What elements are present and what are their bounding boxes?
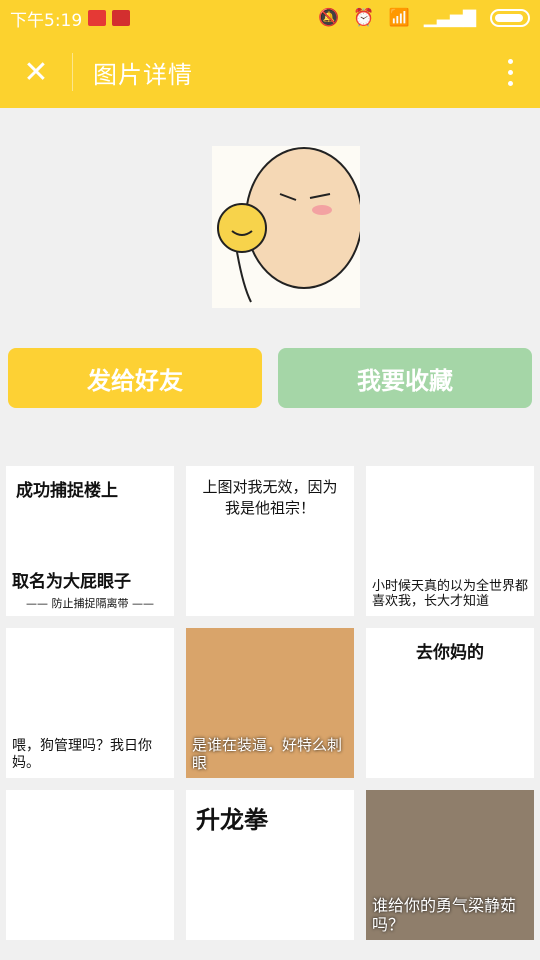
sticker-caption: 取名为大屁眼子 xyxy=(12,571,131,592)
sticker-tile[interactable] xyxy=(6,790,174,940)
sticker-caption: 喂，狗管理吗？我日你妈。 xyxy=(12,738,152,772)
mute-icon: 🔕 xyxy=(318,8,340,28)
more-dot-icon xyxy=(507,69,513,75)
more-dot-icon xyxy=(507,58,513,64)
sticker-tile[interactable]: 是谁在装逼，好特么刺眼 xyxy=(186,628,354,778)
sticker-top-text: 上图对我无效，因为我是他祖宗！ xyxy=(202,478,338,517)
sticker-tile[interactable]: 谁给你的勇气梁静茹吗？ xyxy=(366,790,534,940)
app-header: 下午5:19 🔕 ⏰ 📶 ▁▃▅▇ ✕ 图片详情 xyxy=(0,0,540,108)
main-sticker-image xyxy=(212,146,360,308)
alarm-icon: ⏰ xyxy=(353,8,375,28)
wifi-icon: 📶 xyxy=(388,8,410,28)
close-button[interactable]: ✕ xyxy=(0,36,72,108)
status-bar: 下午5:19 🔕 ⏰ 📶 ▁▃▅▇ xyxy=(0,0,540,36)
sticker-illustration xyxy=(217,147,360,303)
status-time: 下午5:19 xyxy=(10,10,83,31)
sticker-tile[interactable]: 上图对我无效，因为我是他祖宗！ xyxy=(186,466,354,616)
sticker-top-text: 升龙拳 xyxy=(196,806,268,834)
sticker-tile[interactable]: 去你妈的 xyxy=(366,628,534,778)
toolbar: ✕ 图片详情 xyxy=(0,36,540,108)
sticker-caption: 是谁在装逼，好特么刺眼 xyxy=(192,736,343,772)
page-title: 图片详情 xyxy=(93,60,193,89)
sticker-grid: 成功捕捉楼上 取名为大屁眼子 —— 防止捕捉隔离带 —— 上图对我无效，因为我是… xyxy=(6,466,534,940)
more-options-button[interactable] xyxy=(480,36,540,108)
more-dot-icon xyxy=(507,80,513,86)
sticker-top-text: 成功捕捉楼上 xyxy=(16,481,118,501)
sticker-caption: 谁给你的勇气梁静茹吗？ xyxy=(372,895,517,934)
sticker-tile[interactable]: 升龙拳 xyxy=(186,790,354,940)
toolbar-divider xyxy=(72,53,73,91)
sticker-subcaption: —— 防止捕捉隔离带 —— xyxy=(26,596,154,610)
sticker-tile[interactable]: 小时候天真的以为全世界都喜欢我，长大才知道 xyxy=(366,466,534,616)
action-buttons: 发给好友 我要收藏 xyxy=(8,348,532,408)
collect-button[interactable]: 我要收藏 xyxy=(278,348,532,408)
sticker-top-text: 去你妈的 xyxy=(416,643,484,663)
signal-icon: ▁▃▅▇ xyxy=(423,8,476,28)
app-notification-icon xyxy=(112,10,131,26)
battery-icon xyxy=(490,9,530,27)
sticker-caption: 小时候天真的以为全世界都喜欢我，长大才知道 xyxy=(372,578,529,610)
sticker-tile[interactable]: 成功捕捉楼上 取名为大屁眼子 —— 防止捕捉隔离带 —— xyxy=(6,466,174,616)
send-to-friend-button[interactable]: 发给好友 xyxy=(8,348,262,408)
notification-icon xyxy=(88,10,107,26)
sticker-tile[interactable]: 喂，狗管理吗？我日你妈。 xyxy=(6,628,174,778)
